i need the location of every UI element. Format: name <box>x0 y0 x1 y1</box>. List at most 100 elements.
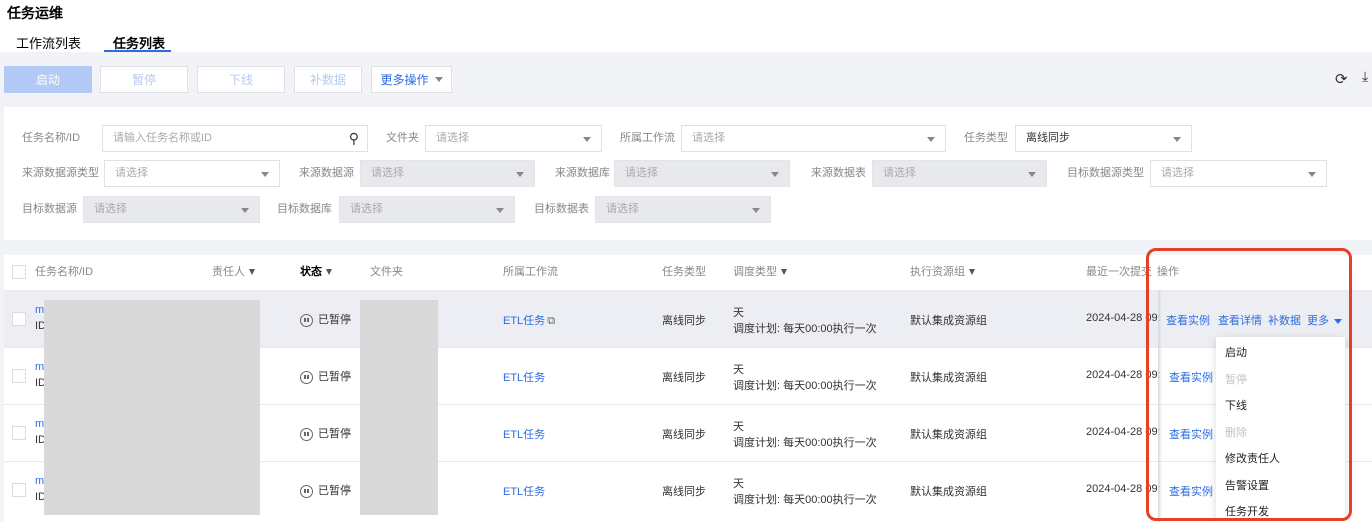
status-text: 已暂停 <box>318 371 351 383</box>
col-name: 任务名称/ID <box>35 266 94 278</box>
resource-group: 默认集成资源组 <box>910 429 987 441</box>
source-type-select[interactable]: 请选择 <box>104 160 280 187</box>
source-type-value: 请选择 <box>115 167 148 179</box>
source-table-label: 来源数据表 <box>811 167 866 179</box>
workflow-select[interactable]: 请选择 <box>681 125 946 152</box>
download-icon[interactable]: ⤓ <box>1362 68 1368 85</box>
filter-icon[interactable] <box>781 269 787 276</box>
caret-down-icon <box>752 208 760 213</box>
source-db-select[interactable]: 请选择 <box>614 160 790 187</box>
target-type-select[interactable]: 请选择 <box>1150 160 1327 187</box>
target-table-label: 目标数据表 <box>534 203 589 215</box>
more-actions-label: 更多操作 <box>380 73 429 87</box>
workflow-name: ETL任务 <box>503 429 546 441</box>
target-datasource-label: 目标数据源 <box>22 203 77 215</box>
target-db-select[interactable]: 请选择 <box>339 196 515 223</box>
col-schedule-label: 调度类型 <box>733 266 777 278</box>
source-db-value: 请选择 <box>625 167 658 179</box>
task-name-link[interactable]: m <box>35 475 44 487</box>
col-owner-label: 责任人 <box>212 266 245 278</box>
copy-icon[interactable]: ⧉ <box>547 315 555 327</box>
target-type-label: 目标数据源类型 <box>1067 167 1144 179</box>
resource-group: 默认集成资源组 <box>910 315 987 327</box>
pause-icon <box>300 427 313 441</box>
task-type: 离线同步 <box>662 486 706 498</box>
folder-label: 文件夹 <box>386 132 419 144</box>
col-group-label: 执行资源组 <box>910 266 965 278</box>
task-type-label: 任务类型 <box>964 132 1008 144</box>
row-checkbox[interactable] <box>12 312 26 326</box>
workflow-value: 请选择 <box>692 132 725 144</box>
schedule-plan: 调度计划: 每天00:00执行一次 <box>733 323 877 335</box>
more-actions-button[interactable]: 更多操作 <box>371 66 452 93</box>
schedule-type: 天 <box>733 478 744 490</box>
pause-icon <box>300 484 313 498</box>
target-table-select[interactable]: 请选择 <box>595 196 771 223</box>
workflow-name: ETL任务 <box>503 486 546 498</box>
status-badge: 已暂停 <box>300 482 351 498</box>
redacted-block <box>360 300 438 515</box>
folder-value: 请选择 <box>436 132 469 144</box>
caret-down-icon <box>771 172 779 177</box>
workflow-name: ETL任务 <box>503 372 546 384</box>
search-icon[interactable]: ⚲ <box>349 126 359 151</box>
folder-select[interactable]: 请选择 <box>425 125 602 152</box>
col-status[interactable]: 状态 <box>300 255 332 290</box>
row-checkbox[interactable] <box>12 483 26 497</box>
header <box>0 0 1372 52</box>
schedule-plan: 调度计划: 每天00:00执行一次 <box>733 380 877 392</box>
source-datasource-value: 请选择 <box>371 167 404 179</box>
target-type-value: 请选择 <box>1161 167 1194 179</box>
task-type-value: 离线同步 <box>1026 132 1070 144</box>
target-datasource-select[interactable]: 请选择 <box>83 196 260 223</box>
workflow-link[interactable]: ETL任务 <box>503 426 545 442</box>
col-status-label: 状态 <box>300 266 322 278</box>
select-all-checkbox[interactable] <box>12 265 26 279</box>
task-type: 离线同步 <box>662 372 706 384</box>
schedule-plan: 调度计划: 每天00:00执行一次 <box>733 494 877 506</box>
offline-button[interactable]: 下线 <box>197 66 285 93</box>
col-owner[interactable]: 责任人 <box>212 255 255 290</box>
source-table-select[interactable]: 请选择 <box>872 160 1047 187</box>
source-type-label: 来源数据源类型 <box>22 167 99 179</box>
tab-workflow-list[interactable]: 工作流列表 <box>16 33 81 52</box>
workflow-link[interactable]: ETL任务 <box>503 483 545 499</box>
col-workflow: 所属工作流 <box>503 266 558 278</box>
filter-icon[interactable] <box>249 269 255 276</box>
status-text: 已暂停 <box>318 428 351 440</box>
workflow-link[interactable]: ETL任务 ⧉ <box>503 312 555 328</box>
task-name-link[interactable]: m <box>35 361 44 373</box>
source-datasource-label: 来源数据源 <box>299 167 354 179</box>
workflow-label: 所属工作流 <box>620 132 675 144</box>
active-tab-indicator <box>104 50 171 52</box>
task-name-link[interactable]: m <box>35 304 44 316</box>
row-checkbox[interactable] <box>12 426 26 440</box>
filter-icon[interactable] <box>326 269 332 276</box>
status-text: 已暂停 <box>318 485 351 497</box>
col-group[interactable]: 执行资源组 <box>910 255 975 290</box>
task-name-search-input[interactable]: 请输入任务名称或ID ⚲ <box>102 125 368 152</box>
target-db-value: 请选择 <box>350 203 383 215</box>
filter-icon[interactable] <box>969 269 975 276</box>
start-button[interactable]: 启动 <box>4 66 92 93</box>
caret-down-icon <box>496 208 504 213</box>
caret-down-icon <box>583 137 591 142</box>
status-badge: 已暂停 <box>300 368 351 384</box>
task-type-select[interactable]: 离线同步 <box>1015 125 1192 152</box>
refresh-icon[interactable]: ⟳ <box>1335 70 1348 88</box>
status-badge: 已暂停 <box>300 311 351 327</box>
status-text: 已暂停 <box>318 314 351 326</box>
pause-button[interactable]: 暂停 <box>100 66 188 93</box>
row-checkbox[interactable] <box>12 369 26 383</box>
source-datasource-select[interactable]: 请选择 <box>360 160 535 187</box>
task-type: 离线同步 <box>662 315 706 327</box>
backfill-button[interactable]: 补数据 <box>294 66 362 93</box>
caret-down-icon <box>261 172 269 177</box>
caret-down-icon <box>241 208 249 213</box>
source-table-value: 请选择 <box>883 167 916 179</box>
schedule-type: 天 <box>733 307 744 319</box>
task-name-link[interactable]: m <box>35 418 44 430</box>
col-schedule[interactable]: 调度类型 <box>733 255 787 290</box>
workflow-link[interactable]: ETL任务 <box>503 369 545 385</box>
pause-icon <box>300 313 313 327</box>
